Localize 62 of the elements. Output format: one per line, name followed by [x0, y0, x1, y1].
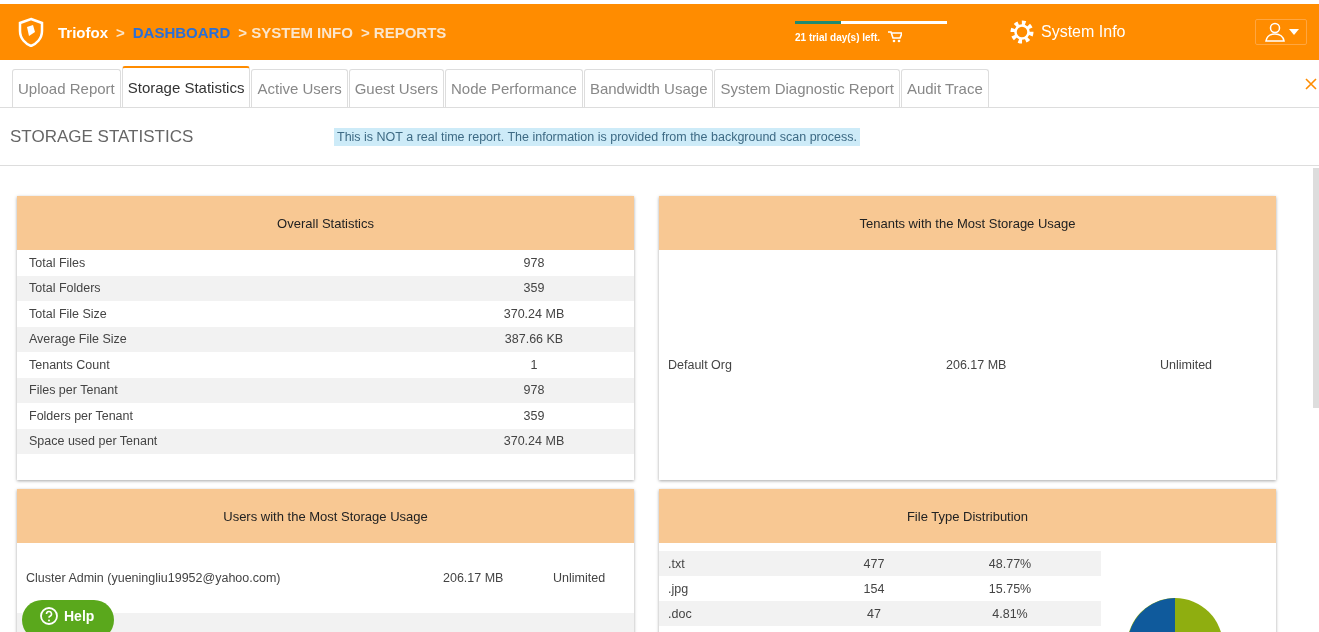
section-title: System Info [1041, 23, 1126, 41]
stat-label: Space used per Tenant [29, 434, 159, 449]
user-quota: Unlimited [553, 571, 607, 585]
tab[interactable]: Guest Users [348, 69, 444, 107]
breadcrumb-link[interactable]: DASHBOARD [132, 23, 231, 41]
tenant-usage: 206.17 MB [946, 358, 1008, 372]
caret-icon [1288, 29, 1299, 35]
stat-label: Tenants Count [29, 357, 111, 372]
stat-value: 978 [522, 255, 546, 270]
file-extension: .jpg [668, 581, 690, 596]
file-count: 154 [862, 581, 886, 596]
stat-value: 359 [522, 408, 546, 423]
brand-name: Triofox [58, 23, 108, 41]
gear-icon [1009, 19, 1035, 45]
close-icon[interactable] [1305, 78, 1317, 90]
stat-label: Total Folders [29, 281, 102, 296]
stat-value: 978 [522, 383, 546, 398]
user-name: Cluster Admin (yueningliu19952@yahoo.com) [26, 571, 282, 585]
tab[interactable]: Node Performance [445, 69, 583, 107]
stat-value: 370.24 MB [502, 306, 566, 321]
file-share: 48.77% [987, 556, 1033, 571]
stat-value: 1 [529, 357, 539, 372]
tab[interactable]: Audit Trace [900, 69, 989, 107]
user-usage: 206.17 MB [443, 571, 505, 585]
file-count: 477 [862, 556, 886, 571]
file-share: 4.81% [991, 606, 1029, 621]
stat-value: 370.24 MB [502, 434, 566, 449]
tab[interactable]: System Diagnostic Report [714, 69, 900, 107]
cart-icon[interactable] [888, 31, 903, 43]
file-extension: .txt [668, 556, 686, 571]
stat-label: Folders per Tenant [29, 408, 134, 423]
help-icon [40, 607, 58, 625]
user-menu-button[interactable] [1255, 19, 1307, 45]
file-share: 15.75% [987, 581, 1033, 596]
scrollbar[interactable] [1313, 168, 1319, 408]
stat-label: Total File Size [29, 306, 108, 321]
tenant-quota: Unlimited [1158, 358, 1214, 372]
stat-value: 359 [522, 281, 546, 296]
card-title: File Type Distribution [659, 489, 1276, 543]
card-title: Overall Statistics [17, 196, 634, 250]
stat-label: Average File Size [29, 332, 128, 347]
tab[interactable]: Storage Statistics [121, 66, 251, 107]
file-extension: .doc [668, 606, 693, 621]
card-title: Tenants with the Most Storage Usage [659, 196, 1276, 250]
trial-days-text: 21 trial day(s) left. [795, 31, 881, 43]
help-button[interactable]: Help [22, 600, 114, 632]
user-icon [1263, 22, 1286, 42]
file-count: 47 [866, 606, 882, 621]
tab[interactable]: Active Users [251, 69, 348, 107]
breadcrumb-item: > SYSTEM INFO [238, 23, 353, 41]
shield-logo-icon [18, 17, 44, 47]
stat-value: 387.66 KB [503, 332, 565, 347]
tenant-name: Default Org [668, 358, 733, 372]
notice-banner: This is NOT a real time report. The information is provided from the background scan process. [334, 127, 860, 146]
card-title: Users with the Most Storage Usage [17, 489, 634, 543]
page-title: STORAGE STATISTICS [10, 126, 195, 147]
breadcrumb-item: > REPORTS [360, 23, 447, 41]
stat-label: Total Files [29, 255, 87, 270]
stat-label: Files per Tenant [29, 383, 119, 398]
tab[interactable]: Bandwidth Usage [583, 69, 714, 107]
breadcrumb-item: > [116, 23, 125, 41]
tab[interactable]: Upload Report [12, 69, 121, 107]
